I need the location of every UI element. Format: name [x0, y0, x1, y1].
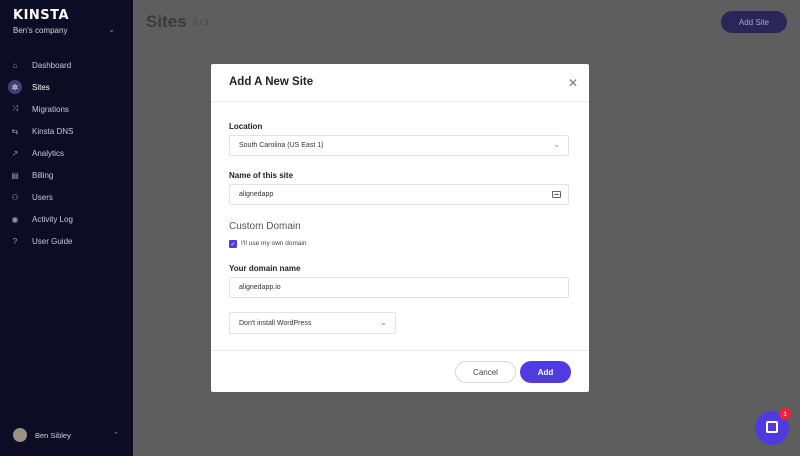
sidebar-item-sites[interactable]: ✲ Sites — [0, 76, 133, 98]
sidebar-item-migrations[interactable]: ⤨ Migrations — [0, 98, 133, 120]
add-button[interactable]: Add — [520, 361, 571, 383]
gear-icon: ✲ — [8, 80, 22, 94]
location-label: Location — [229, 122, 263, 131]
chevron-down-icon: ⌄ — [553, 140, 560, 149]
sidebar-item-billing[interactable]: ▤ Billing — [0, 164, 133, 186]
users-icon: ⚇ — [11, 192, 19, 202]
sidebar-nav: ⌂ Dashboard ✲ Sites ⤨ Migrations ⇆ Kinst… — [0, 54, 133, 252]
sidebar-item-label: Migrations — [32, 104, 69, 114]
add-site-modal: Add A New Site ✕ Location South Carolina… — [211, 64, 589, 392]
page-title: Sites — [146, 12, 187, 31]
sidebar-item-label: Sites — [32, 82, 50, 92]
home-icon: ⌂ — [12, 60, 18, 70]
chevron-down-icon[interactable]: ⌄ — [108, 25, 115, 34]
location-select[interactable]: South Carolina (US East 1) ⌄ — [229, 135, 569, 156]
close-icon[interactable]: ✕ — [568, 76, 578, 90]
sidebar-item-dashboard[interactable]: ⌂ Dashboard — [0, 54, 133, 76]
sidebar-item-label: Billing — [32, 170, 54, 180]
site-name-value: alignedapp — [239, 191, 274, 198]
sidebar-item-analytics[interactable]: ↗ Analytics — [0, 142, 133, 164]
add-site-button[interactable]: Add Site — [721, 11, 787, 33]
chevron-down-icon: ⌄ — [380, 318, 387, 327]
modal-title: Add A New Site — [229, 76, 314, 88]
own-domain-label[interactable]: I'll use my own domain — [241, 240, 307, 247]
user-name: Ben Sibley — [35, 430, 71, 440]
avatar — [13, 428, 27, 442]
help-icon: ? — [12, 236, 18, 246]
dns-icon: ⇆ — [11, 126, 19, 136]
sidebar-item-activity-log[interactable]: ◉ Activity Log — [0, 208, 133, 230]
kinsta-logo[interactable]: KINSTA — [13, 8, 69, 23]
site-count: 0 / 3 — [193, 18, 209, 27]
sidebar: KINSTA Ben's company ⌄ ⌂ Dashboard ✲ Sit… — [0, 0, 133, 456]
sidebar-item-label: Users — [32, 192, 53, 202]
site-name-input[interactable]: alignedapp — [229, 184, 569, 205]
domain-input[interactable]: alignedapp.io — [229, 277, 569, 298]
migrate-icon: ⤨ — [11, 104, 19, 113]
divider — [211, 101, 589, 102]
domain-value: alignedapp.io — [239, 284, 281, 291]
cancel-button[interactable]: Cancel — [455, 361, 516, 383]
divider — [211, 350, 589, 351]
user-menu[interactable]: Ben Sibley — [13, 428, 71, 442]
site-name-label: Name of this site — [229, 171, 294, 180]
wordpress-select-value: Don't install WordPress — [239, 319, 312, 327]
sidebar-item-user-guide[interactable]: ? User Guide — [0, 230, 133, 252]
sidebar-item-label: User Guide — [32, 236, 73, 246]
domain-label: Your domain name — [229, 264, 301, 273]
sidebar-item-label: Dashboard — [32, 60, 72, 70]
sidebar-item-label: Kinsta DNS — [32, 126, 74, 136]
chat-icon — [766, 421, 778, 433]
notification-badge: 1 — [779, 408, 791, 420]
card-icon — [552, 191, 561, 198]
billing-icon: ▤ — [11, 170, 19, 180]
custom-domain-heading: Custom Domain — [229, 221, 301, 232]
chevron-up-icon[interactable]: ⌃ — [113, 431, 119, 439]
sidebar-item-kinsta-dns[interactable]: ⇆ Kinsta DNS — [0, 120, 133, 142]
location-value: South Carolina (US East 1) — [239, 142, 324, 149]
analytics-icon: ↗ — [11, 148, 19, 158]
sidebar-item-users[interactable]: ⚇ Users — [0, 186, 133, 208]
own-domain-checkbox[interactable]: ✓ — [229, 240, 237, 248]
company-switcher[interactable]: Ben's company — [13, 26, 67, 35]
wordpress-select[interactable]: Don't install WordPress ⌄ — [229, 312, 396, 334]
eye-icon: ◉ — [11, 214, 19, 224]
sidebar-item-label: Activity Log — [32, 214, 73, 224]
sidebar-item-label: Analytics — [32, 148, 65, 158]
